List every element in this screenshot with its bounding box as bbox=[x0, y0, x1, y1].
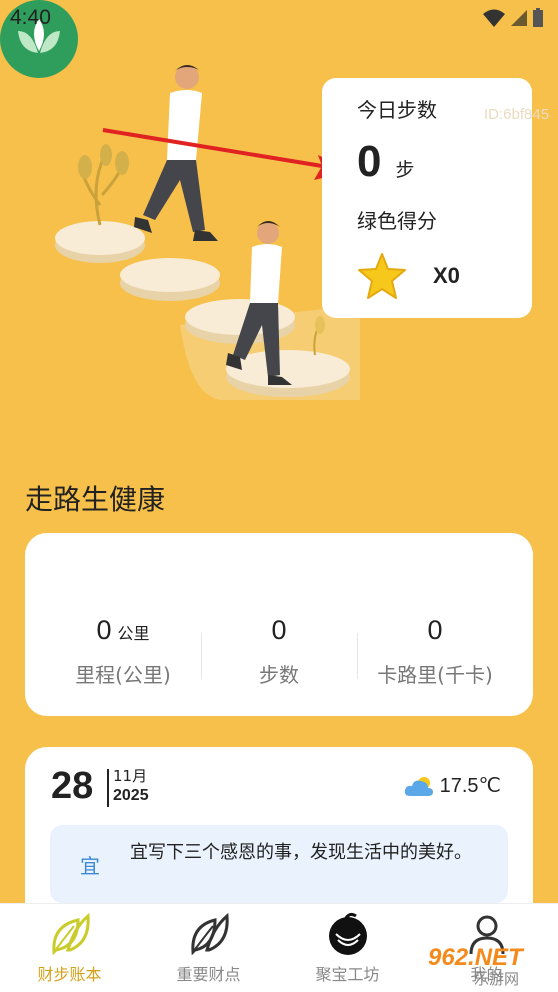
advice-text: 宜写下三个感恩的事，发现生活中的美好。 bbox=[130, 842, 472, 863]
steps-metric-label: 步数 bbox=[259, 663, 299, 687]
watermark-site: 乐游网 bbox=[474, 970, 520, 988]
tab-label: 聚宝工坊 bbox=[315, 965, 380, 984]
tab-label: 重要财点 bbox=[176, 965, 241, 984]
weather: 17.5℃ bbox=[404, 773, 501, 798]
signal-icon bbox=[511, 10, 527, 26]
tab-finance-ledger[interactable]: 财步账本 bbox=[0, 904, 139, 992]
steps-unit: 步 bbox=[395, 159, 415, 181]
status-time: 4:40 bbox=[10, 6, 51, 29]
star-icon bbox=[358, 253, 406, 299]
metric-steps: 0 步数 bbox=[201, 615, 357, 688]
calendar-year: 2025 bbox=[113, 787, 149, 804]
status-bar: 4:40 bbox=[0, 0, 558, 40]
steps-metric-value: 0 bbox=[271, 615, 287, 645]
cloud-icon bbox=[404, 776, 433, 796]
site-watermark: 962.NET 乐游网 bbox=[418, 942, 558, 992]
calendar-separator bbox=[107, 769, 109, 807]
calories-value: 0 bbox=[427, 615, 443, 645]
metric-calories: 0 卡路里(千卡) bbox=[357, 615, 513, 688]
tab-important-points[interactable]: 重要财点 bbox=[139, 904, 278, 992]
green-score-title: 绿色得分 bbox=[357, 209, 437, 233]
score-value: X0 bbox=[433, 263, 460, 288]
battery-icon bbox=[533, 8, 543, 27]
steps-row: 0 步 bbox=[357, 137, 532, 187]
steps-count: 0 bbox=[357, 137, 382, 186]
wifi-icon bbox=[483, 9, 505, 27]
workshop-icon bbox=[329, 912, 367, 955]
section-title: 走路生健康 bbox=[25, 483, 166, 516]
leaf-outline-icon bbox=[191, 912, 229, 956]
score-row: X0 bbox=[357, 252, 532, 300]
advice-tag: 宜 bbox=[80, 854, 100, 878]
tab-label: 财步账本 bbox=[37, 965, 102, 984]
distance-unit: 公里 bbox=[117, 624, 150, 643]
calories-label: 卡路里(千卡) bbox=[377, 663, 493, 687]
walking-illustration bbox=[55, 65, 360, 400]
health-metrics-card: 0 公里 里程(公里) 0 步数 0 卡路里(千卡) bbox=[25, 533, 533, 716]
distance-label: 里程(公里) bbox=[75, 663, 171, 687]
distance-value: 0 bbox=[96, 615, 112, 645]
calendar-month: 11月 bbox=[113, 767, 148, 785]
daily-advice: 宜 宜写下三个感恩的事，发现生活中的美好。 bbox=[50, 825, 508, 903]
leaf-icon bbox=[52, 912, 90, 956]
weather-temperature: 17.5℃ bbox=[439, 775, 501, 797]
tab-treasure-workshop[interactable]: 聚宝工坊 bbox=[278, 904, 417, 992]
calendar-day: 28 bbox=[51, 765, 94, 807]
device-id: ID:6bf845 bbox=[484, 106, 550, 123]
status-icons bbox=[482, 8, 544, 28]
metric-distance: 0 公里 里程(公里) bbox=[45, 615, 201, 688]
